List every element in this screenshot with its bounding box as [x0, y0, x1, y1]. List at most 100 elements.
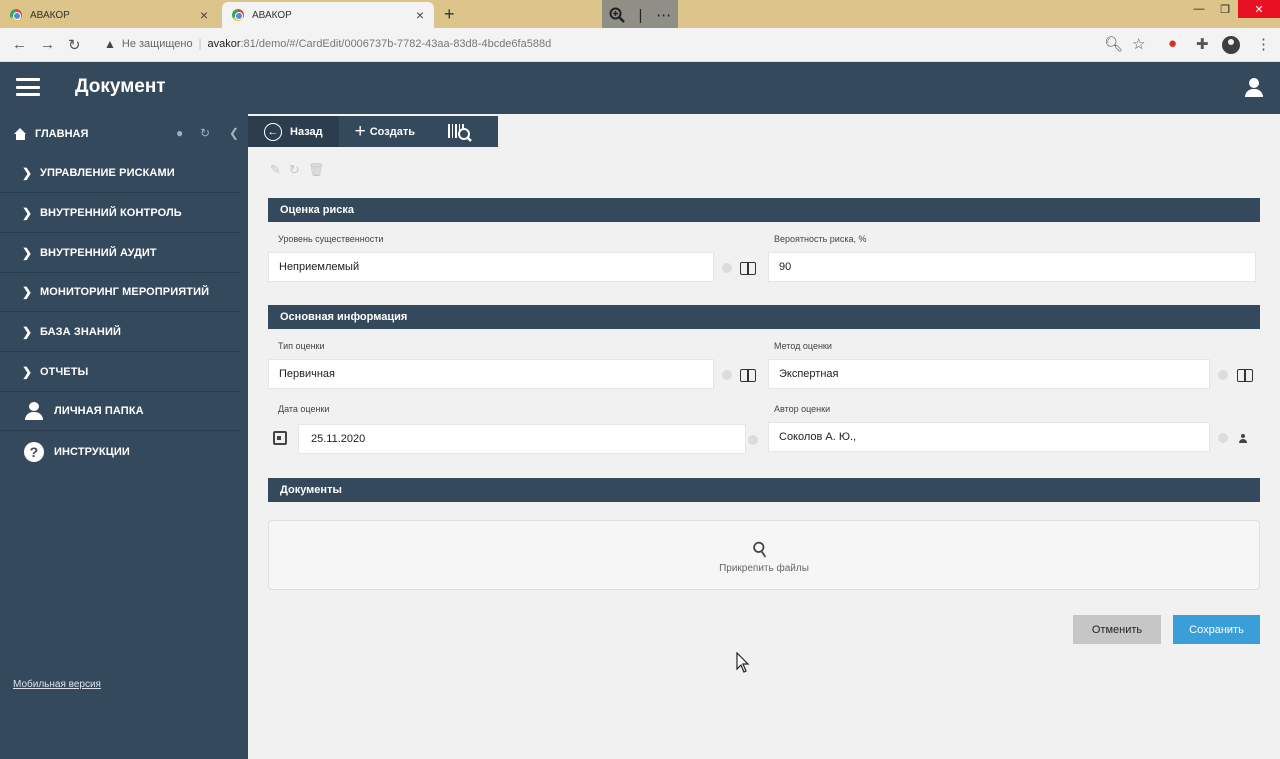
sidebar-item-label: ВНУТРЕННИЙ АУДИТ	[40, 247, 157, 259]
create-button[interactable]: + Создать	[339, 116, 431, 147]
sidebar-item-personal-folder[interactable]: ЛИЧНАЯ ПАПКА	[0, 392, 240, 431]
sidebar-item-internal-control[interactable]: ❯ ВНУТРЕННИЙ КОНТРОЛЬ	[0, 194, 240, 233]
browser-tab-active[interactable]: АВАКОР ×	[222, 2, 434, 28]
plus-icon: +	[354, 120, 366, 142]
back-button[interactable]: ← Назад	[248, 116, 339, 147]
attach-files-dropzone[interactable]: ⚲ Прикрепить файлы	[268, 520, 1260, 590]
divider: |	[198, 38, 202, 50]
sidebar-item-monitoring[interactable]: ❯ МОНИТОРИНГ МЕРОПРИЯТИЙ	[0, 273, 240, 312]
author-label: Автор оценки	[774, 404, 831, 414]
browser-tab[interactable]: АВАКОР ×	[0, 2, 218, 28]
cancel-button[interactable]: Отменить	[1073, 615, 1161, 644]
chrome-favicon-icon	[10, 9, 22, 21]
pencil-icon[interactable]: ✎	[270, 162, 281, 178]
sidebar-item-label: УПРАВЛЕНИЕ РИСКАМИ	[40, 167, 175, 179]
puzzle-icon[interactable]: ✚	[1196, 35, 1209, 53]
browser-tabstrip: АВАКОР × АВАКОР × + | ⋯ — ❐ ✕	[0, 0, 1280, 30]
zoom-in-icon[interactable]	[609, 7, 625, 23]
probability-label: Вероятность риска, %	[774, 234, 867, 244]
sidebar-item-risk-management[interactable]: ❯ УПРАВЛЕНИЕ РИСКАМИ	[0, 154, 240, 193]
address-bar: ← → ↻ ▲ Не защищено | avakor:81/demo/#/C…	[0, 28, 1280, 62]
clear-dot-icon[interactable]	[748, 435, 758, 445]
attach-files-label: Прикрепить файлы	[719, 563, 809, 574]
clear-dot-icon[interactable]	[1218, 370, 1228, 380]
more-icon[interactable]: ⋯	[656, 6, 671, 24]
back-label: Назад	[290, 125, 323, 138]
chevron-right-icon: ❯	[22, 325, 33, 339]
date-field[interactable]: 25.11.2020	[298, 424, 746, 454]
user-select-icon[interactable]	[1239, 434, 1247, 443]
back-circle-icon: ←	[264, 122, 282, 141]
close-tab-icon[interactable]: ×	[200, 7, 208, 23]
refresh-icon[interactable]: ↻	[289, 162, 300, 178]
collapse-icon[interactable]: ❮	[229, 126, 239, 140]
pin-icon[interactable]: ●	[176, 126, 183, 140]
help-icon: ?	[24, 441, 44, 462]
divider: |	[638, 6, 643, 24]
url-path: :81/demo/#/CardEdit/0006737b-7782-43aa-8…	[240, 38, 552, 50]
zoom-popup: | ⋯	[602, 0, 678, 30]
search-icon[interactable]: 🔍︎	[1104, 35, 1123, 53]
close-window-icon[interactable]: ✕	[1238, 0, 1280, 18]
extension-red-icon[interactable]: ●	[1168, 35, 1177, 52]
sidebar-item-label: ВНУТРЕННИЙ КОНТРОЛЬ	[40, 207, 182, 219]
star-icon[interactable]: ☆	[1132, 35, 1145, 53]
tab-title: АВАКОР	[30, 9, 70, 21]
sidebar-item-internal-audit[interactable]: ❯ ВНУТРЕННИЙ АУДИТ	[0, 234, 240, 273]
document-form: ✎ ↻ 🗑︎ Оценка риска Уровень существеннос…	[248, 148, 1280, 759]
close-tab-icon[interactable]: ×	[416, 7, 424, 23]
clear-dot-icon[interactable]	[722, 370, 732, 380]
sidebar-item-label: БАЗА ЗНАНИЙ	[40, 326, 121, 338]
save-button[interactable]: Сохранить	[1173, 615, 1260, 644]
tab-title: АВАКОР	[252, 9, 292, 21]
sidebar-item-home[interactable]: ГЛАВНАЯ	[0, 114, 248, 154]
sidebar-item-reports[interactable]: ❯ ОТЧЕТЫ	[0, 353, 240, 392]
sidebar-item-label: ЛИЧНАЯ ПАПКА	[54, 405, 144, 417]
barcode-search-icon	[447, 123, 472, 142]
chevron-right-icon: ❯	[22, 246, 33, 260]
user-icon[interactable]	[1244, 77, 1264, 97]
mobile-version-link[interactable]: Мобильная версия	[13, 679, 101, 690]
restore-icon[interactable]: ❐	[1212, 0, 1238, 18]
clear-dot-icon[interactable]	[722, 263, 732, 273]
profile-avatar-icon[interactable]	[1222, 36, 1240, 54]
menu-dots-icon[interactable]: ⋮	[1256, 35, 1271, 53]
chevron-right-icon: ❯	[22, 285, 33, 299]
book-icon[interactable]	[1237, 369, 1253, 382]
paperclip-icon: ⚲	[748, 536, 773, 564]
refresh-icon[interactable]: ↻	[200, 126, 210, 140]
person-icon	[24, 401, 44, 421]
method-field[interactable]: Экспертная	[768, 359, 1210, 389]
sidebar-item-knowledge-base[interactable]: ❯ БАЗА ЗНАНИЙ	[0, 313, 240, 352]
author-field[interactable]: Соколов А. Ю.,	[768, 422, 1210, 452]
forward-arrow-icon[interactable]: →	[40, 36, 55, 53]
scan-search-button[interactable]	[431, 116, 489, 147]
edit-toolbar: ✎ ↻ 🗑︎	[270, 162, 324, 178]
back-arrow-icon[interactable]: ←	[12, 36, 27, 53]
chrome-favicon-icon	[232, 9, 244, 21]
sidebar-item-label: ИНСТРУКЦИИ	[54, 445, 130, 458]
trash-icon[interactable]: 🗑︎	[308, 162, 325, 178]
type-field[interactable]: Первичная	[268, 359, 714, 389]
minimize-icon[interactable]: —	[1186, 0, 1212, 18]
sidebar-item-label: ГЛАВНАЯ	[35, 128, 89, 140]
book-icon[interactable]	[740, 262, 756, 275]
url-field[interactable]: ▲ Не защищено | avakor:81/demo/#/CardEdi…	[104, 37, 551, 51]
new-tab-button[interactable]: +	[444, 4, 455, 25]
hamburger-menu-icon[interactable]	[16, 78, 40, 96]
chevron-right-icon: ❯	[22, 166, 33, 180]
book-icon[interactable]	[740, 369, 756, 382]
mouse-cursor-icon	[736, 652, 750, 673]
section-header-main-info: Основная информация	[268, 305, 1260, 329]
sidebar-item-instructions[interactable]: ? ИНСТРУКЦИИ	[0, 432, 240, 471]
sidebar-item-label: МОНИТОРИНГ МЕРОПРИЯТИЙ	[40, 286, 210, 298]
calendar-icon[interactable]	[273, 431, 287, 445]
chevron-right-icon: ❯	[22, 365, 33, 379]
window-controls: — ❐ ✕	[1186, 0, 1280, 20]
significance-field[interactable]: Неприемлемый	[268, 252, 714, 282]
clear-dot-icon[interactable]	[1218, 433, 1228, 443]
reload-icon[interactable]: ↻	[68, 36, 81, 54]
probability-field[interactable]: 90	[768, 252, 1256, 282]
sidebar: ГЛАВНАЯ ● ↻ ❮ ❯ УПРАВЛЕНИЕ РИСКАМИ ❯ ВНУ…	[0, 114, 248, 759]
warning-icon: ▲	[104, 37, 116, 51]
